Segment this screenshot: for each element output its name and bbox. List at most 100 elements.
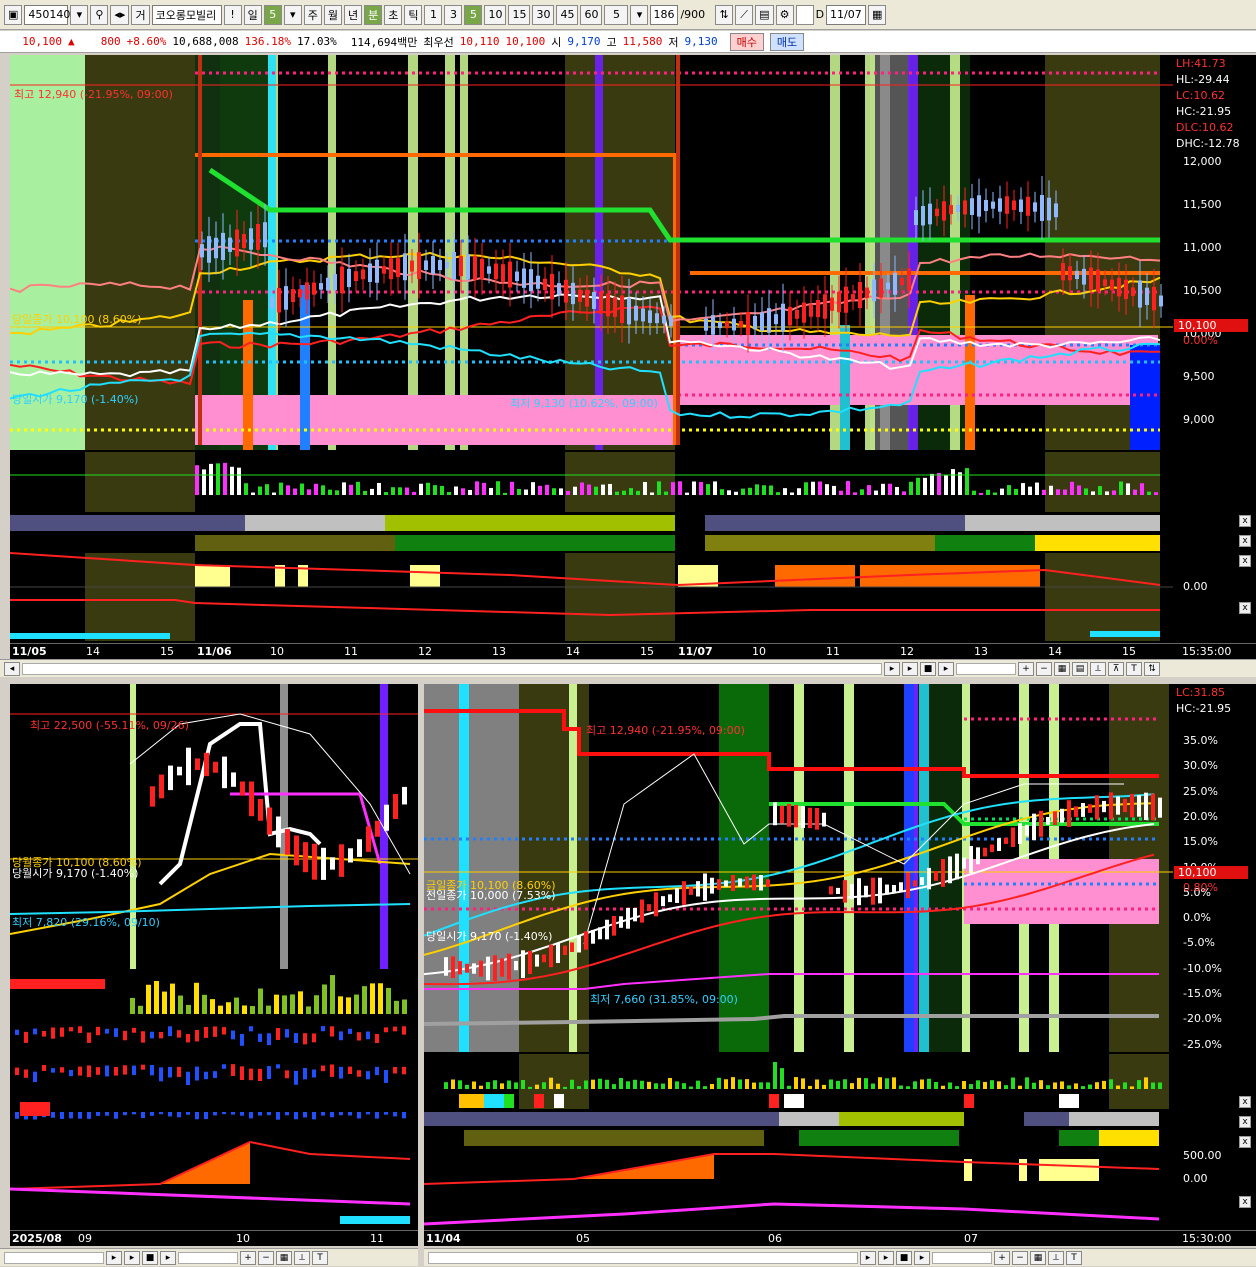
code-dropdown-icon[interactable]: ▾ [70,4,89,25]
bottom-right-chart[interactable]: 최고 12,940 (-21.95%, 09:00) 최저 7,660 (31.… [424,684,1173,1244]
forward-icon[interactable]: ▸ [160,1250,176,1265]
interval-button-45[interactable]: 45 [556,4,579,25]
count-input[interactable]: 186 [650,4,679,25]
zoom-in-icon[interactable]: + [994,1250,1010,1265]
zoom-in-icon[interactable]: + [1018,661,1034,676]
day-count-dropdown-icon[interactable]: ▾ [283,4,302,25]
search-icon[interactable]: ⚲ [90,4,109,25]
volume-bar [878,1077,882,1089]
period-week-button[interactable]: 주 [303,4,322,25]
forward-icon[interactable]: ▸ [938,661,954,676]
period-year-button[interactable]: 년 [343,4,363,25]
flow-bar [141,1112,145,1119]
period-day-button[interactable]: 일 [243,4,262,25]
candle-body [557,283,561,295]
ruler-icon[interactable]: ⟂ [294,1250,310,1265]
date-checkbox[interactable] [795,4,814,25]
interval-button-60[interactable]: 60 [580,4,603,25]
br-current-pct: 0.80% [1183,881,1218,894]
interval-button-5[interactable]: 5 [464,4,483,25]
scroll-right-icon[interactable]: ▸ [860,1250,876,1265]
candle-body [745,876,749,889]
play-icon[interactable]: ▸ [902,661,918,676]
ruler-icon[interactable]: ⟂ [1090,661,1106,676]
scroll-track[interactable] [428,1251,858,1264]
zoom-slider[interactable] [178,1251,238,1264]
flow-bar [78,1026,82,1033]
settings-gear-icon[interactable]: ⚙ [775,4,794,25]
day-count-select[interactable]: 5 [263,4,282,25]
grid-icon[interactable]: ▦ [1030,1250,1046,1265]
pane-close-icon[interactable]: x [1239,1096,1251,1108]
grid-icon[interactable]: ▦ [1054,661,1070,676]
period-month-button[interactable]: 월 [323,4,342,25]
br-scrollbar[interactable]: ▸ ▸ ■ ▸ + − ▦ ⟂ T [424,1248,1256,1266]
candle-body [402,786,407,805]
scroll-left-icon[interactable]: ◂ [4,661,20,676]
interval-button-30[interactable]: 30 [532,4,555,25]
pane-close-icon[interactable]: x [1239,602,1251,614]
save-icon[interactable]: ▤ [755,4,774,25]
play-icon[interactable]: ▸ [878,1250,894,1265]
zoom-out-icon[interactable]: − [1036,661,1052,676]
flow-bar [303,1112,307,1118]
text-icon[interactable]: T [312,1250,328,1265]
pane-close-icon[interactable]: x [1239,1136,1251,1148]
pane-close-icon[interactable]: x [1239,515,1251,527]
alert-button[interactable]: ! [223,4,242,25]
zoom-out-icon[interactable]: − [258,1250,274,1265]
zoom-slider[interactable] [956,662,1016,675]
scroll-right-icon[interactable]: ▸ [106,1250,122,1265]
interval-button-10[interactable]: 10 [484,4,507,25]
period-second-button[interactable]: 초 [384,4,403,25]
draw-tool-icon[interactable]: ⟋ [735,4,754,25]
pane-close-icon[interactable]: x [1239,555,1251,567]
text-icon[interactable]: T [1066,1250,1082,1265]
candle-body [1123,798,1127,813]
bottom-left-chart[interactable]: 최고 22,500 (-55.11%, 09/26) 당월종가 10,100 (… [10,684,418,1244]
period-tick-button[interactable]: 틱 [404,4,423,25]
measure-icon[interactable]: ⊼ [1108,661,1124,676]
prev-next-icon[interactable]: ◂▸ [110,4,130,25]
pane-close-icon[interactable]: x [1239,1116,1251,1128]
volume-bar [944,475,948,495]
trend-band [385,515,675,531]
text-icon[interactable]: T [1126,661,1142,676]
zoom-out-icon[interactable]: − [1012,1250,1028,1265]
zoom-in-icon[interactable]: + [240,1250,256,1265]
interval-button-15[interactable]: 15 [508,4,531,25]
interval-button-1[interactable]: 1 [424,4,443,25]
grid-icon[interactable]: ▦ [276,1250,292,1265]
scroll-right-icon[interactable]: ▸ [884,661,900,676]
candle-body [815,807,819,830]
bl-scrollbar[interactable]: ▸ ▸ ■ ▸ + − ▦ ⟂ T [0,1248,420,1266]
ruler-icon[interactable]: ⟂ [1048,1250,1064,1265]
top-chart-area[interactable]: 최고 12,940 (-21.95%, 09:00) 최저 9,130 (10.… [10,55,1173,643]
interval-select[interactable]: 5 [604,4,629,25]
date-input[interactable]: 11/07 [826,4,867,25]
window-menu-icon[interactable]: ▣ [4,4,23,25]
candle-body [305,282,309,300]
scroll-track[interactable] [22,662,882,675]
sell-button[interactable]: 매도 [769,32,805,51]
code-input[interactable]: 450140 [24,4,70,25]
interval-dropdown-icon[interactable]: ▾ [630,4,649,25]
stop-icon[interactable]: ■ [896,1250,912,1265]
buy-button[interactable]: 매수 [729,32,764,51]
play-icon[interactable]: ▸ [124,1250,140,1265]
stop-icon[interactable]: ■ [920,661,936,676]
scroll-track[interactable] [4,1251,104,1264]
zoom-slider[interactable] [932,1251,992,1264]
grid-icon[interactable]: ▤ [1072,661,1088,676]
top-scrollbar[interactable]: ◂ ▸ ▸ ■ ▸ + − ▦ ▤ ⟂ ⊼ T ⇅ [0,659,1256,677]
pane-close-icon[interactable]: x [1239,535,1251,547]
interval-button-3[interactable]: 3 [444,4,463,25]
calendar-icon[interactable]: ▦ [868,4,887,25]
forward-icon[interactable]: ▸ [914,1250,930,1265]
stop-icon[interactable]: ■ [142,1250,158,1265]
sort-icon[interactable]: ⇅ [1144,661,1160,676]
pane-close-icon[interactable]: x [1239,1196,1251,1208]
period-minute-button[interactable]: 분 [364,4,383,25]
candle-body [612,915,616,936]
indicator-icon[interactable]: ⇅ [715,4,734,25]
